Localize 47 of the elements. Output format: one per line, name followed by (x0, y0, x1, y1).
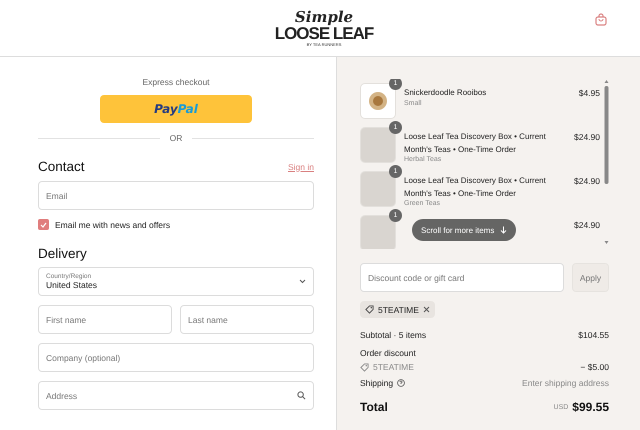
email-field[interactable]: Email (38, 181, 314, 210)
shipping-value: Enter shipping address (522, 378, 609, 388)
chevron-down-icon (299, 279, 306, 284)
shopping-bag-icon[interactable] (595, 13, 607, 26)
scroll-hint-pill[interactable]: Scroll for more items (412, 219, 516, 241)
product-price: $24.90 (573, 219, 600, 230)
total-label: Total (360, 400, 388, 414)
product-name: Snickerdoodle Rooibos (404, 87, 488, 99)
product-price: $24.90 (573, 131, 600, 142)
discount-value: − $5.00 (580, 362, 609, 372)
arrow-down-icon (500, 226, 508, 234)
product-price: $24.90 (573, 175, 600, 186)
subtotal-value: $104.55 (578, 330, 609, 340)
tea-leaves-photo-placeholder (360, 83, 396, 119)
help-icon[interactable] (397, 379, 406, 387)
product-name: Loose Leaf Tea Discovery Box • Current Month's Teas • One-Time Order (404, 175, 547, 200)
product-name: Loose Leaf Tea Discovery Box • Current Month's Teas • One-Time Order (404, 131, 547, 156)
apply-button[interactable]: Apply (572, 263, 609, 292)
search-icon (297, 391, 306, 400)
scrollbar[interactable] (604, 79, 609, 245)
checkmark-icon (40, 222, 47, 228)
newsletter-label: Email me with news and offers (55, 220, 170, 230)
discount-code-field[interactable]: Discount code or gift card (360, 263, 564, 292)
product-photo-placeholder (360, 215, 396, 249)
subtotal-label: Subtotal · 5 items (360, 330, 426, 340)
newsletter-checkbox[interactable] (38, 219, 49, 230)
close-icon (422, 306, 430, 313)
total-value: $99.55 (572, 400, 609, 414)
or-divider-text: OR (170, 133, 182, 143)
tag-icon (360, 362, 369, 372)
discount-code-text: 5TEATIME (378, 304, 419, 314)
paypal-button[interactable]: PayPal (100, 95, 252, 123)
tag-icon (365, 305, 374, 314)
product-photo-placeholder (360, 171, 396, 207)
text-field[interactable]: Last name (180, 305, 314, 334)
discount-code-text: 5TEATIME (373, 362, 414, 372)
product-price: $4.95 (578, 87, 600, 98)
text-field[interactable]: First name (38, 305, 172, 334)
text-field[interactable]: Company (optional) (38, 343, 314, 372)
express-checkout-label: Express checkout (142, 77, 210, 87)
product-photo-placeholder (360, 127, 396, 163)
delivery-heading: Delivery (38, 246, 88, 261)
address-field[interactable]: Address (38, 381, 314, 410)
order-discount-label: Order discount (360, 348, 416, 358)
shipping-label: Shipping (360, 378, 394, 388)
remove-button[interactable] (422, 306, 430, 313)
contact-heading: Contact (38, 159, 85, 174)
